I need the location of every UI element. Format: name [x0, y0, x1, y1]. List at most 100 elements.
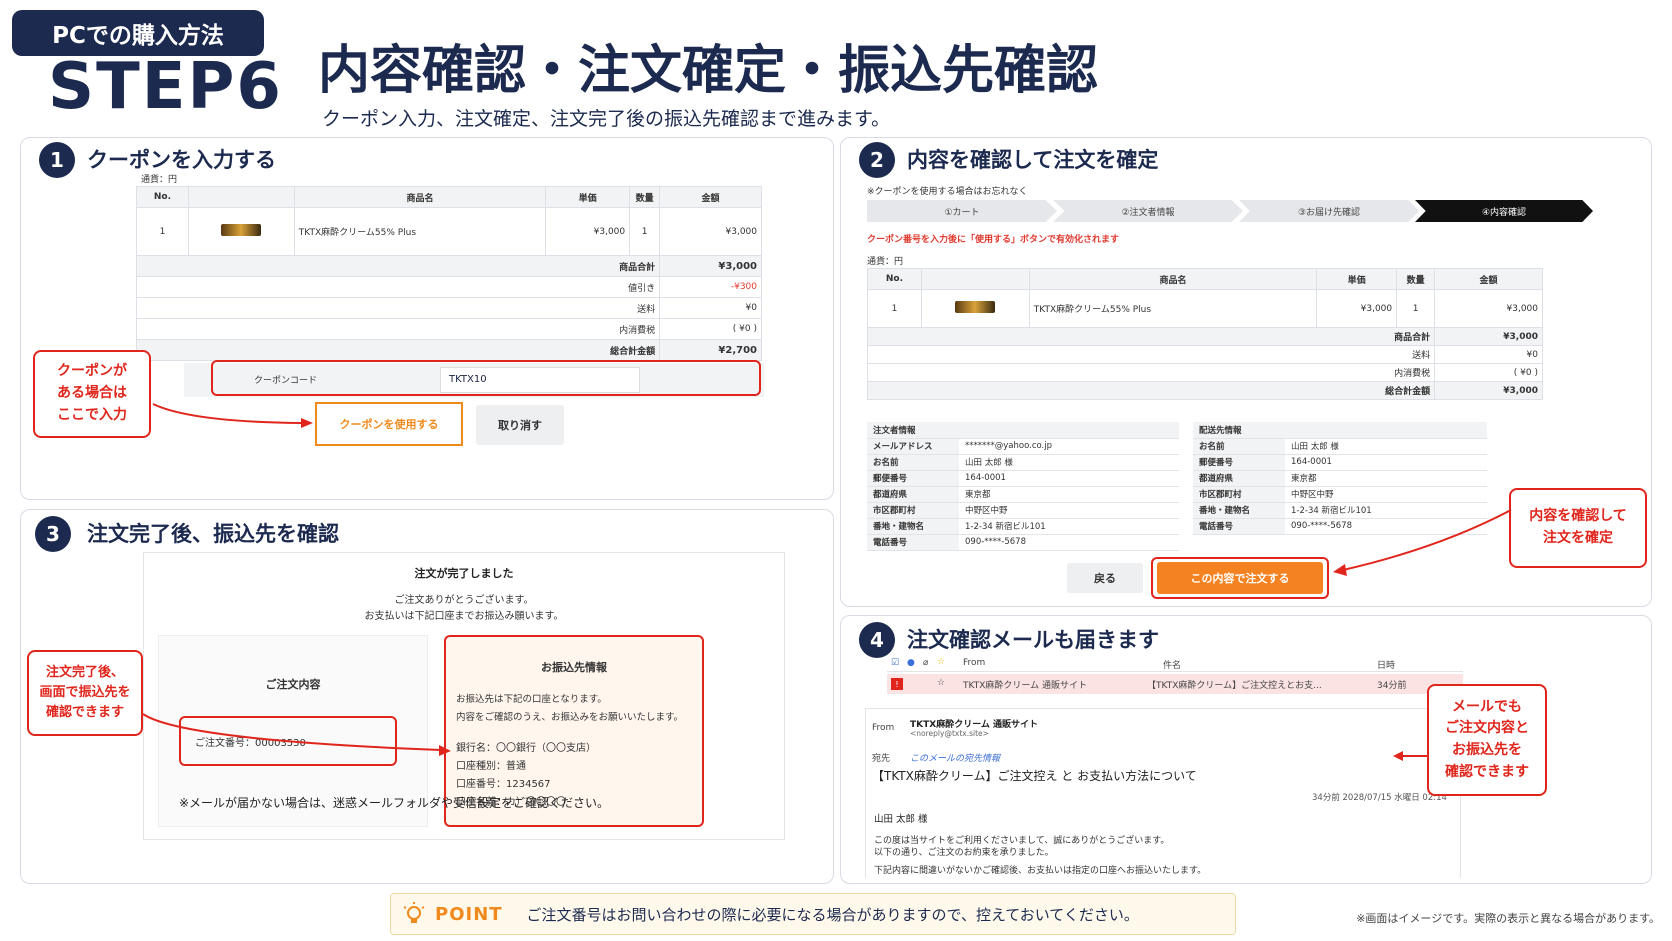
arrow-icon: [1393, 751, 1429, 761]
info-value: 中野区中野: [959, 502, 1179, 519]
item-price: ¥3,000: [1316, 289, 1398, 328]
summary-label: 内消費税: [866, 363, 1436, 382]
arrow-icon: [142, 713, 451, 756]
info-value: 090-****-5678: [959, 534, 1179, 551]
step-badge-1: 1: [39, 142, 75, 178]
step-number: STEP6: [48, 50, 283, 124]
mail-subject: 【TKTX麻酔クリーム】ご注文控え と お支払い方法について: [872, 769, 1197, 783]
account-number: 口座番号：1234567: [456, 779, 551, 790]
orderer-info-title: 注文者情報: [867, 422, 1179, 439]
col-amount: 金額: [1434, 268, 1543, 290]
summary-row: 内消費税 ( ¥0 ): [866, 363, 1543, 382]
step-badge-4: 4: [859, 622, 895, 658]
step-badge-2: 2: [859, 142, 895, 178]
summary-label: 総合計金額: [135, 339, 661, 361]
summary-label: 総合計金額: [866, 381, 1436, 400]
info-value: 山田 太郎 様: [959, 454, 1179, 471]
item-price: ¥3,000: [545, 207, 631, 256]
bank-name: 銀行名：〇〇銀行（〇〇支店）: [456, 743, 596, 754]
col-no: No.: [136, 186, 189, 208]
complete-heading: 注文が完了しました: [414, 567, 514, 580]
mail-viewer: From TKTX麻酔クリーム 通販サイト <noreply@txtx.site…: [865, 708, 1461, 878]
info-key: メールアドレス: [867, 438, 959, 455]
summary-value: ¥3,000: [659, 255, 762, 277]
summary-label: 値引き: [135, 276, 661, 298]
discount-value: -¥300: [659, 276, 762, 298]
panel-email: 4 注文確認メールも届きます ☑ ● ⌀ ☆ From 件名 日時 ! ☆ TK…: [840, 615, 1652, 884]
table-row: 1 TKTX麻酔クリーム55% Plus ¥3,000 1 ¥3,000: [867, 289, 1543, 328]
info-value: 1-2-34 新宿ビル101: [959, 518, 1179, 535]
item-no: 1: [136, 207, 189, 256]
bank-info-title: お振込先情報: [541, 661, 607, 674]
item-name: TKTX麻酔クリーム55% Plus: [1028, 289, 1318, 328]
info-key: 電話番号: [867, 534, 959, 551]
panel-coupon: 1 クーポンを入力する 通貨：円 No. 商品名 単価 数量 金額 1 TKTX…: [20, 137, 834, 500]
summary-row: 送料 ¥0: [135, 297, 762, 319]
callout-confirm: 内容を確認して 注文を確定: [1509, 488, 1647, 568]
place-order-button[interactable]: この内容で注文する: [1157, 562, 1323, 594]
summary-label: 商品合計: [866, 327, 1436, 346]
cancel-coupon-button[interactable]: 取り消す: [476, 405, 564, 445]
to-label: 宛先: [872, 754, 891, 764]
summary-value: ¥0: [1434, 345, 1543, 364]
total-value: ¥3,000: [1434, 381, 1543, 400]
col-price: 単価: [1316, 268, 1398, 290]
item-qty: 1: [1396, 289, 1436, 328]
currency-label: 通貨：円: [141, 175, 178, 185]
table-header-row: No. 商品名 単価 数量 金額: [867, 268, 1543, 290]
col-qty: 数量: [1396, 268, 1436, 290]
back-button[interactable]: 戻る: [1067, 563, 1143, 593]
mail-greeting: 山田 太郎 様: [874, 814, 928, 825]
col-image: [187, 186, 295, 208]
col-no: No.: [867, 268, 922, 290]
panel-confirm: 2 内容を確認して注文を確定 ※クーポンを使用する場合はお忘れなく ①カート ②…: [840, 137, 1652, 607]
confirm-table: No. 商品名 単価 数量 金額 1 TKTX麻酔クリーム55% Plus ¥3…: [866, 268, 1543, 400]
info-key: 都道府県: [1193, 470, 1285, 487]
summary-label: 内消費税: [135, 318, 661, 340]
to-value[interactable]: このメールの宛先情報: [910, 751, 1000, 764]
mail-date: 34分前 2028/07/15 水曜日 02:14: [1312, 793, 1447, 803]
panel-complete: 3 注文完了後、振込先を確認 注文が完了しました ご注文ありがとうございます。 …: [20, 509, 834, 884]
summary-row: 商品合計 ¥3,000: [135, 255, 762, 277]
item-amount: ¥3,000: [659, 207, 762, 256]
summary-value: ( ¥0 ): [1434, 363, 1543, 382]
panel-title-complete: 注文完了後、振込先を確認: [87, 522, 339, 546]
mail-footnote: ※メールが届かない場合は、迷惑メールフォルダや受信設定をご確認ください。: [179, 796, 610, 810]
item-amount: ¥3,000: [1434, 289, 1543, 328]
progress-step: ②注文者情報: [1053, 200, 1243, 222]
use-coupon-button[interactable]: クーポンを使用する: [315, 402, 463, 446]
point-label: POINT: [435, 903, 503, 925]
item-no: 1: [867, 289, 922, 328]
info-value: 東京都: [1285, 470, 1487, 487]
progress-step: ①カート: [867, 200, 1057, 222]
callout-coupon: クーポンが ある場合は ここで入力: [33, 350, 151, 438]
coupon-highlight: [211, 360, 761, 396]
col-product: 商品名: [1028, 268, 1318, 290]
col-price: 単価: [545, 186, 631, 208]
info-value: 東京都: [959, 486, 1179, 503]
info-key: お名前: [867, 454, 959, 471]
panel-title-email: 注文確認メールも届きます: [907, 628, 1159, 652]
summary-row: 送料 ¥0: [866, 345, 1543, 364]
product-thumbnail: [187, 207, 295, 256]
info-key: 市区郡町村: [1193, 486, 1285, 503]
thanks-text: ご注文ありがとうございます。: [394, 595, 534, 606]
page-subtitle: クーポン入力、注文確定、注文完了後の振込先確認まで進みます。: [322, 108, 891, 130]
callout-email: メールでも ご注文内容と お振込先を 確認できます: [1427, 684, 1547, 796]
info-value: 164-0001: [1285, 454, 1487, 471]
bank-info-line: 内容をご確認のうえ、お振込みをお願いいたします。: [456, 712, 684, 723]
product-thumbnail: [920, 289, 1030, 328]
currency-label: 通貨：円: [867, 257, 904, 267]
order-table: No. 商品名 単価 数量 金額 1 TKTX麻酔クリーム55% Plus ¥3…: [135, 186, 762, 361]
disclaimer: ※画面はイメージです。実際の表示と異なる場合があります。: [1356, 912, 1660, 925]
mail-body-line: 以下の通り、ご注文のお約束を承りました。: [874, 848, 1054, 858]
summary-label: 商品合計: [135, 255, 661, 277]
progress-step-active: ④内容確認: [1415, 200, 1593, 222]
point-text: ご注文番号はお問い合わせの際に必要になる場合がありますので、控えておいてください…: [526, 905, 1139, 924]
total-value: ¥2,700: [659, 339, 762, 361]
point-bar: POINT ご注文番号はお問い合わせの際に必要になる場合がありますので、控えてお…: [390, 893, 1236, 935]
mail-body-line: 下記内容に間違いがないかご確認後、お支払いは指定の口座へお振込いたします。: [874, 866, 1207, 876]
item-name: TKTX麻酔クリーム55% Plus: [293, 207, 547, 256]
arrow-icon: [1333, 509, 1512, 576]
info-key: 番地・建物名: [1193, 502, 1285, 519]
